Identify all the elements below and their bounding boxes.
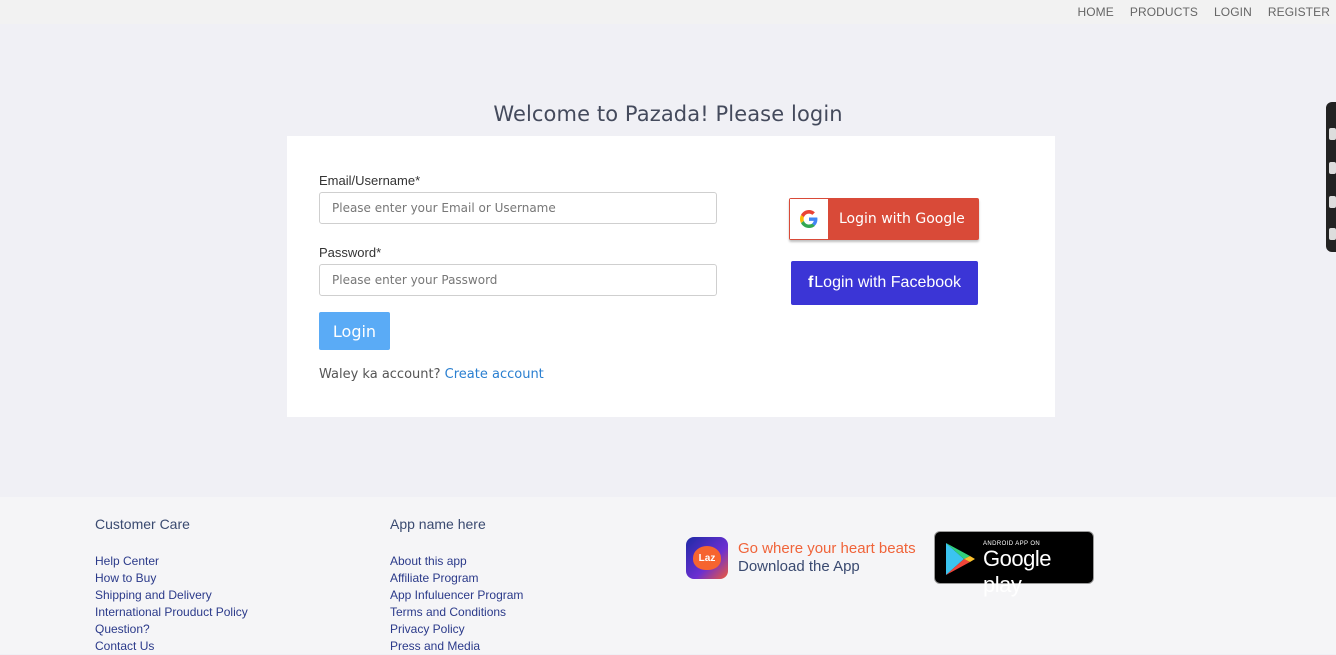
email-field[interactable] — [320, 193, 714, 223]
top-nav: HOME PRODUCTS LOGIN REGISTER — [1061, 0, 1330, 24]
footer-link-shipping[interactable]: Shipping and Delivery — [95, 587, 248, 604]
customer-care-links: Help Center How to Buy Shipping and Deli… — [95, 553, 248, 655]
login-button[interactable]: Login — [319, 312, 390, 350]
nav-home-link[interactable]: HOME — [1077, 5, 1113, 19]
customer-care-title: Customer Care — [95, 516, 190, 532]
footer-link-international-policy[interactable]: International Prouduct Policy — [95, 604, 248, 621]
side-toolbar[interactable] — [1326, 102, 1336, 252]
page-title: Welcome to Pazada! Please login — [493, 102, 843, 126]
side-toolbar-item[interactable] — [1329, 128, 1336, 140]
laz-icon-text: Laz — [698, 552, 716, 564]
heart-icon: Laz — [693, 546, 721, 570]
footer-link-terms[interactable]: Terms and Conditions — [390, 604, 523, 621]
footer-link-contact-us[interactable]: Contact Us — [95, 638, 248, 655]
facebook-icon: f — [807, 274, 814, 291]
top-bar: HOME PRODUCTS LOGIN REGISTER — [0, 0, 1336, 24]
footer-link-press[interactable]: Press and Media — [390, 638, 523, 655]
create-account-link[interactable]: Create account — [445, 367, 544, 382]
no-account-text: Waley ka account? — [319, 367, 441, 382]
password-field-wrapper — [319, 264, 717, 296]
login-card: Email/Username* Password* Login Waley ka… — [287, 136, 1055, 417]
password-field[interactable] — [320, 265, 714, 295]
google-play-badge[interactable]: ANDROID APP ON Google play — [934, 531, 1094, 597]
google-button-label: Login with Google — [839, 211, 965, 227]
footer-link-question[interactable]: Question? — [95, 621, 248, 638]
google-play-big-text: Google play — [983, 546, 1051, 597]
create-account-line: Waley ka account? Create account — [319, 367, 544, 382]
app-promo: Laz Go where your heart beats Download t… — [686, 537, 916, 579]
side-toolbar-item[interactable] — [1329, 162, 1336, 174]
footer: Customer Care Help Center How to Buy Shi… — [0, 497, 1336, 654]
login-with-facebook-button[interactable]: f Login with Facebook — [791, 261, 978, 305]
footer-link-about-app[interactable]: About this app — [390, 553, 523, 570]
footer-link-affiliate[interactable]: Affiliate Program — [390, 570, 523, 587]
promo-text: Go where your heart beats Download the A… — [738, 540, 916, 576]
password-label: Password* — [319, 245, 382, 260]
nav-login-link[interactable]: LOGIN — [1214, 5, 1252, 19]
nav-register-link[interactable]: REGISTER — [1268, 5, 1330, 19]
app-section-links: About this app Affiliate Program App Inf… — [390, 553, 523, 655]
footer-link-how-to-buy[interactable]: How to Buy — [95, 570, 248, 587]
google-icon — [790, 199, 828, 239]
laz-app-icon[interactable]: Laz — [686, 537, 728, 579]
facebook-button-label: Login with Facebook — [814, 274, 962, 291]
promo-download-text: Download the App — [738, 558, 860, 575]
email-field-wrapper — [319, 192, 717, 224]
nav-products-link[interactable]: PRODUCTS — [1130, 5, 1198, 19]
footer-link-privacy[interactable]: Privacy Policy — [390, 621, 523, 638]
login-with-google-button[interactable]: Login with Google — [789, 198, 979, 240]
side-toolbar-item[interactable] — [1329, 228, 1336, 240]
play-store-icon — [946, 543, 975, 575]
promo-tagline: Go where your heart beats — [738, 540, 916, 557]
footer-link-help-center[interactable]: Help Center — [95, 553, 248, 570]
footer-link-influencer[interactable]: App Infuluencer Program — [390, 587, 523, 604]
app-section-title: App name here — [390, 516, 486, 532]
email-label: Email/Username* — [319, 173, 421, 188]
side-toolbar-item[interactable] — [1329, 196, 1336, 208]
